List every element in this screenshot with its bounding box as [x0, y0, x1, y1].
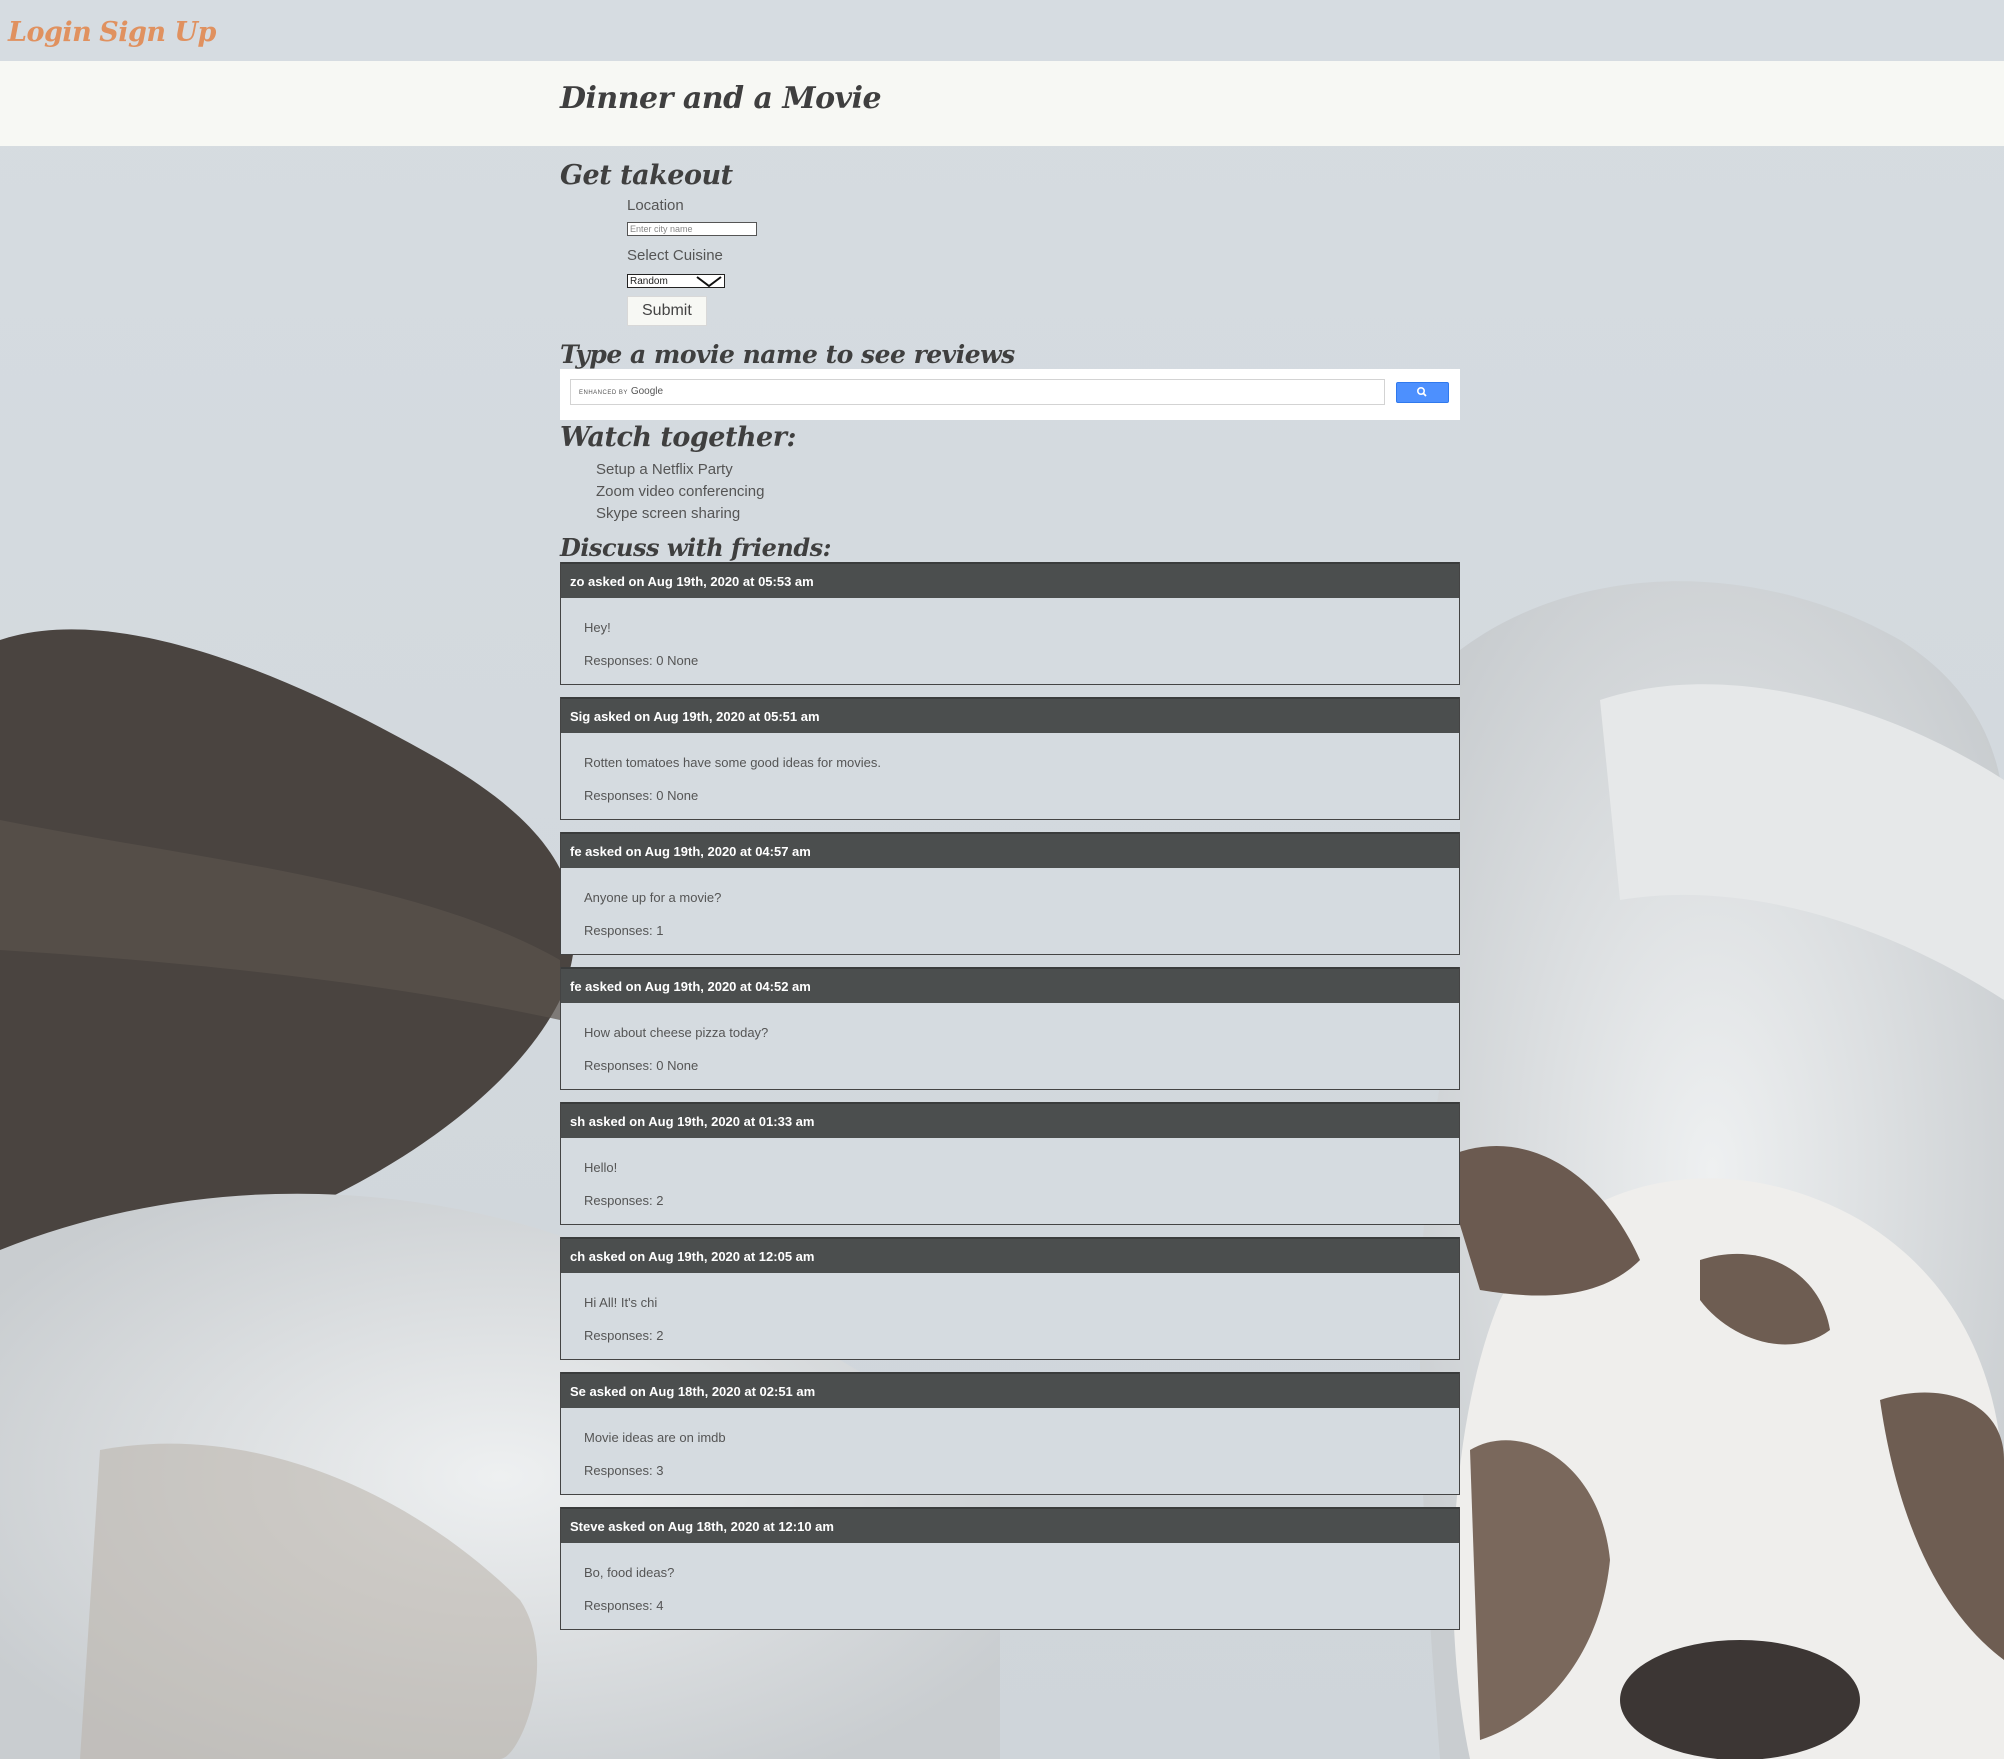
- post-header[interactable]: ch asked on Aug 19th, 2020 at 12:05 am: [561, 1237, 1459, 1273]
- search-brand: ENHANCED BY Google: [579, 386, 663, 397]
- watch-item-skype[interactable]: Skype screen sharing: [596, 503, 1460, 525]
- post-card: zo asked on Aug 19th, 2020 at 05:53 am H…: [560, 562, 1460, 685]
- post-body: Anyone up for a movie? Responses: 1: [561, 868, 1459, 954]
- discuss-title: Discuss with friends:: [560, 533, 832, 562]
- post-card: fe asked on Aug 19th, 2020 at 04:57 am A…: [560, 832, 1460, 955]
- search-icon: [1416, 387, 1427, 397]
- post-body: Movie ideas are on imdb Responses: 3: [561, 1408, 1459, 1494]
- post-header[interactable]: fe asked on Aug 19th, 2020 at 04:57 am: [561, 832, 1459, 868]
- post-text: How about cheese pizza today?: [584, 1025, 769, 1040]
- watch-item-netflix[interactable]: Setup a Netflix Party: [596, 459, 1460, 481]
- location-label: Location: [627, 197, 684, 214]
- post-responses[interactable]: Responses: 0 None: [584, 1058, 1436, 1073]
- cuisine-label: Select Cuisine: [627, 247, 723, 264]
- post-card: Se asked on Aug 18th, 2020 at 02:51 am M…: [560, 1372, 1460, 1495]
- cuisine-select[interactable]: Random: [627, 274, 725, 288]
- post-header[interactable]: sh asked on Aug 19th, 2020 at 01:33 am: [561, 1102, 1459, 1138]
- post-text: Movie ideas are on imdb: [584, 1430, 726, 1445]
- auth-links: Login Sign Up: [8, 12, 216, 52]
- post-header[interactable]: Steve asked on Aug 18th, 2020 at 12:10 a…: [561, 1507, 1459, 1543]
- search-brand-small: ENHANCED BY: [579, 390, 628, 396]
- signup-link[interactable]: Sign Up: [99, 17, 216, 48]
- search-brand-google: Google: [630, 386, 664, 397]
- post-text: Bo, food ideas?: [584, 1565, 675, 1580]
- post-text: Hey!: [584, 620, 611, 635]
- post-responses[interactable]: Responses: 0 None: [584, 788, 1436, 803]
- post-header[interactable]: fe asked on Aug 19th, 2020 at 04:52 am: [561, 967, 1459, 1003]
- google-search-widget: ENHANCED BY Google: [560, 369, 1460, 420]
- post-responses[interactable]: Responses: 4: [584, 1598, 1436, 1613]
- post-card: ch asked on Aug 19th, 2020 at 12:05 am H…: [560, 1237, 1460, 1360]
- post-body: How about cheese pizza today? Responses:…: [561, 1003, 1459, 1089]
- movie-search-input[interactable]: ENHANCED BY Google: [570, 379, 1385, 405]
- post-card: Sig asked on Aug 19th, 2020 at 05:51 am …: [560, 697, 1460, 820]
- post-body: Bo, food ideas? Responses: 4: [561, 1543, 1459, 1629]
- post-card: Steve asked on Aug 18th, 2020 at 12:10 a…: [560, 1507, 1460, 1630]
- post-responses[interactable]: Responses: 3: [584, 1463, 1436, 1478]
- post-body: Hello! Responses: 2: [561, 1138, 1459, 1224]
- post-responses[interactable]: Responses: 2: [584, 1193, 1436, 1208]
- takeout-form: Location Select Cuisine Random Submit: [627, 197, 1460, 326]
- main-content: Get takeout Location Select Cuisine Rand…: [560, 160, 1460, 1642]
- watch-item-zoom[interactable]: Zoom video conferencing: [596, 481, 1460, 503]
- cuisine-selected-value: Random: [630, 275, 668, 287]
- post-body: Rotten tomatoes have some good ideas for…: [561, 733, 1459, 819]
- post-responses[interactable]: Responses: 1: [584, 923, 1436, 938]
- post-header[interactable]: Sig asked on Aug 19th, 2020 at 05:51 am: [561, 697, 1459, 733]
- submit-button[interactable]: Submit: [627, 296, 707, 326]
- login-link[interactable]: Login: [8, 17, 92, 48]
- post-header[interactable]: Se asked on Aug 18th, 2020 at 02:51 am: [561, 1372, 1459, 1408]
- post-card: sh asked on Aug 19th, 2020 at 01:33 am H…: [560, 1102, 1460, 1225]
- post-text: Hello!: [584, 1160, 618, 1175]
- post-header[interactable]: zo asked on Aug 19th, 2020 at 05:53 am: [561, 562, 1459, 598]
- site-header: Dinner and a Movie: [0, 61, 2004, 146]
- post-body: Hi All! It's chi Responses: 2: [561, 1273, 1459, 1359]
- post-list: zo asked on Aug 19th, 2020 at 05:53 am H…: [560, 562, 1460, 1630]
- city-input[interactable]: [627, 222, 757, 236]
- chevron-down-icon: [696, 275, 722, 287]
- post-text: Anyone up for a movie?: [584, 890, 722, 905]
- post-card: fe asked on Aug 19th, 2020 at 04:52 am H…: [560, 967, 1460, 1090]
- post-responses[interactable]: Responses: 2: [584, 1328, 1436, 1343]
- post-text: Rotten tomatoes have some good ideas for…: [584, 755, 881, 770]
- post-body: Hey! Responses: 0 None: [561, 598, 1459, 684]
- watch-title: Watch together:: [560, 422, 796, 453]
- post-text: Hi All! It's chi: [584, 1295, 658, 1310]
- search-button[interactable]: [1396, 382, 1449, 403]
- takeout-title: Get takeout: [560, 160, 733, 191]
- watch-list: Setup a Netflix Party Zoom video confere…: [596, 459, 1460, 525]
- post-responses[interactable]: Responses: 0 None: [584, 653, 1436, 668]
- site-title: Dinner and a Movie: [560, 81, 882, 116]
- reviews-title: Type a movie name to see reviews: [560, 340, 1015, 369]
